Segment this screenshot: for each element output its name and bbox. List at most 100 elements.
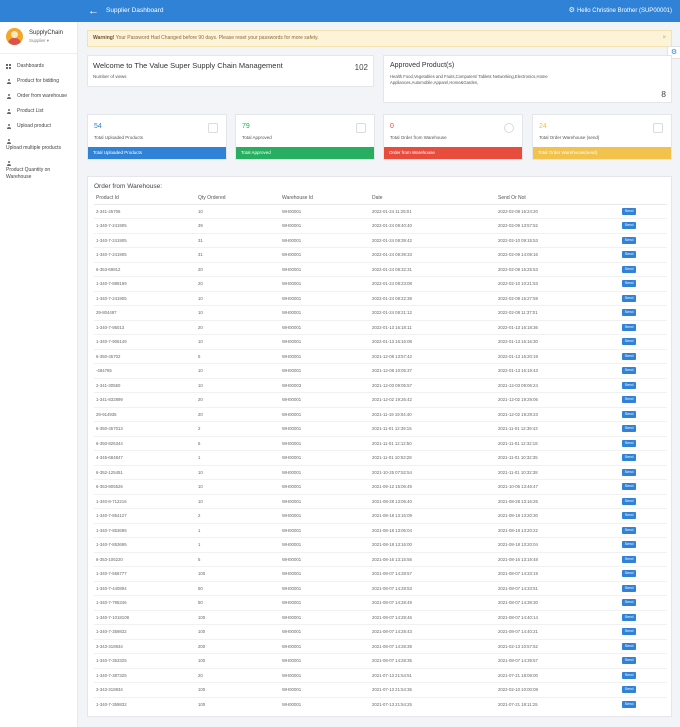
table-cell: 2022-01-13 16:19:43 [496,363,620,378]
table-cell: WH00001 [280,682,370,697]
send-button[interactable]: Send [622,526,636,534]
send-button[interactable]: Send [622,671,636,679]
send-button[interactable]: Send [622,686,636,694]
table-cell: 2021-08-07 14:28:49 [370,595,496,610]
stat-footer-link[interactable]: Order from Warehouse [384,147,522,159]
send-button[interactable]: Send [622,555,636,563]
send-button[interactable]: Send [622,642,636,650]
table-row: 6-350-45702 5 WH00001 2021-12-08 13:57:42 20… [94,348,667,364]
table-cell: 2021-08-16 13:19:48 [496,551,620,567]
table-cell: 6-350-45702 [94,348,196,364]
send-button[interactable]: Send [622,483,636,491]
table-row: 1-340-7-795346 50 WH00001 2021-08-07 14:28:… [94,595,667,610]
table-row: 1-340-7-241905 31 WH00001 2022-01-24 08:39:… [94,247,667,262]
table-cell: 10 [196,334,280,349]
table-cell-action: Send [620,203,667,219]
table-cell-action: Send [620,421,667,436]
stat-card-approved: 79 Total Approved Total Approved [235,114,375,160]
send-button[interactable]: Send [622,425,636,433]
send-button[interactable]: Send [622,381,636,389]
table-cell: 20 [196,276,280,291]
send-button[interactable]: Send [622,265,636,273]
send-button[interactable]: Send [622,352,636,360]
send-button[interactable]: Send [622,701,636,708]
sidebar-item-product-quantity-on-warehouse[interactable]: Product Quantity on Warehouse [0,156,77,185]
table-cell: 1-340-7-95013 [94,319,196,335]
table-cell: WH00001 [280,247,370,262]
sidebar-item-product-for-bidding[interactable]: Product for bidding [0,74,77,89]
sidebar-item-upload-multiple-products[interactable]: Upload multiple products [0,134,77,156]
document-icon [653,123,663,133]
send-button[interactable]: Send [622,309,636,317]
table-cell: WH00001 [280,348,370,364]
send-button[interactable]: Send [622,338,636,346]
send-button[interactable]: Send [622,439,636,447]
sidebar-item-dashboards[interactable]: Dashboards [0,59,77,74]
table-cell: WH00001 [280,232,370,248]
send-button[interactable]: Send [622,468,636,476]
user-menu[interactable]: ⚙ Hello Christine Brother (SUP00001) [569,6,672,16]
table-cell: WH00001 [280,537,370,552]
send-button[interactable]: Send [622,657,636,665]
send-button[interactable]: Send [622,454,636,462]
table-cell: 2022-02-09 13:57:52 [496,218,620,233]
table-cell: 100 [196,609,280,625]
tag-icon [208,123,218,133]
send-button[interactable]: Send [622,207,636,215]
sidebar-item-upload-product[interactable]: Upload product [0,119,77,134]
table-cell: WH00001 [280,566,370,581]
table-cell: WH00001 [280,435,370,451]
send-button[interactable]: Send [622,497,636,505]
sidebar-item-product-list[interactable]: Product List [0,104,77,119]
role-dropdown[interactable]: Supplier ▾ [29,38,49,44]
send-button[interactable]: Send [622,294,636,302]
table-cell: 2022-01-13 16:16:08 [370,334,496,349]
table-cell: 2021-11-01 12:39:43 [496,421,620,436]
stat-footer-link[interactable]: Total Uploaded Products [88,147,226,159]
send-button[interactable]: Send [622,222,636,230]
table-cell: 6-353-106220 [94,551,196,567]
table-cell: 2021-08-07 14:40:14 [496,609,620,625]
table-cell: 6-353-69812 [94,261,196,277]
table-cell: WH00001 [280,305,370,320]
stat-footer-link[interactable]: Total Order Warehouse(send) [533,147,671,159]
arrow-left-icon[interactable]: ← [88,4,99,18]
stat-footer-link[interactable]: Total Approved [236,147,374,159]
table-cell: 2-341-25706 [94,203,196,219]
send-button[interactable]: Send [622,396,636,404]
send-button[interactable]: Send [622,251,636,259]
table-cell: WH00001 [280,609,370,625]
send-button[interactable]: Send [622,599,636,607]
table-row: 1-340-7-241905 10 WH00001 2022-01-24 08:22:… [94,290,667,306]
table-cell: 2022-02-10 10:21:53 [496,276,620,291]
send-button[interactable]: Send [622,628,636,636]
table-cell: 2021-02-13 10:57:52 [496,638,620,654]
table-cell: 2021-12-02 19:29:06 [496,392,620,407]
approved-products-card: Approved Product(s) Health Food,Vegetabl… [383,55,672,103]
send-button[interactable]: Send [622,584,636,592]
table-cell: 2022-02-10 10:00:08 [496,682,620,697]
table-cell: 2022-01-13 16:16:30 [496,334,620,349]
send-button[interactable]: Send [622,236,636,244]
send-button[interactable]: Send [622,512,636,520]
column-header: Product Id [94,193,196,205]
send-button[interactable]: Send [622,570,636,578]
stat-label: Total Order from Warehouse [390,135,447,140]
send-button[interactable]: Send [622,280,636,288]
table-cell: WH00001 [280,653,370,668]
table-cell: 2022-01-24 08:21:12 [370,305,496,320]
sidebar-item-label: Upload product [17,123,51,129]
table-cell: 31 [196,232,280,248]
send-button[interactable]: Send [622,613,636,621]
sidebar-item-order-from-warehouse[interactable]: Order from warehouse [0,89,77,104]
table-cell: 2022-01-13 16:20:19 [496,348,620,364]
table-cell-action: Send [620,276,667,291]
table-cell: 1-340-7-556777 [94,566,196,581]
send-button[interactable]: Send [622,367,636,375]
table-row: 1-340-7-241905 31 WH00001 2022-01-24 08:39:… [94,232,667,248]
send-button[interactable]: Send [622,323,636,331]
send-button[interactable]: Send [622,541,636,549]
table-cell: 20 [196,667,280,683]
close-icon[interactable]: × [662,31,666,46]
send-button[interactable]: Send [622,410,636,418]
